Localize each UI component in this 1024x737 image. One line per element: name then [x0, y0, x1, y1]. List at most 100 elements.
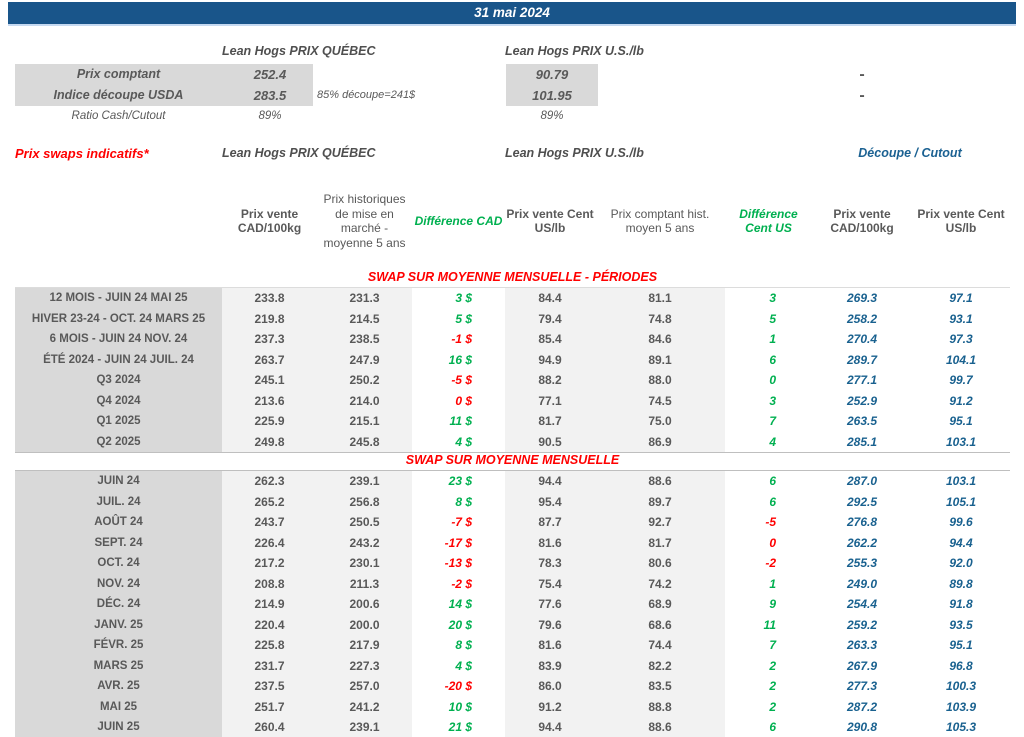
cell-difference-us: 3: [725, 391, 812, 412]
cell-prix-vente-us: 94.4: [505, 717, 595, 737]
cell-prix-vente-us: 94.4: [505, 471, 595, 492]
row-label: AOÛT 24: [15, 512, 222, 533]
cell-prix-comptant-hist: 68.9: [595, 594, 725, 615]
swaps-section-title: Prix swaps indicatifs*: [15, 146, 149, 161]
cell-prix-vente-us: 79.4: [505, 309, 595, 330]
row-label: JUIL. 24: [15, 492, 222, 513]
row-label: FÉVR. 25: [15, 635, 222, 656]
cell-prix-vente-us: 81.6: [505, 533, 595, 554]
cell-difference-us: -5: [725, 512, 812, 533]
cell-prix-hist: 239.1: [317, 717, 412, 737]
cell-prix-vente-cad: 260.4: [222, 717, 317, 737]
table-row: AVR. 25237.5257.0-20 $86.083.52277.3100.…: [15, 676, 1010, 697]
spot-qc-value: 89%: [224, 106, 316, 127]
cell-prix-vente-us: 90.5: [505, 432, 595, 453]
cell-cutout-us: 89.8: [912, 574, 1010, 595]
cell-prix-vente-us: 83.9: [505, 656, 595, 677]
section-title-periodes: SWAP SUR MOYENNE MENSUELLE - PÉRIODES: [15, 270, 1010, 284]
cell-prix-vente-cad: 219.8: [222, 309, 317, 330]
cell-difference-cad: 10 $: [412, 697, 505, 718]
cell-cutout-cad: 259.2: [812, 615, 912, 636]
col-header-prix-historiques: Prix historiques de mise en marché - moy…: [317, 183, 412, 259]
cell-cutout-us: 97.1: [912, 288, 1010, 309]
spot-row-label: Prix comptant: [15, 64, 222, 85]
cell-difference-cad: 20 $: [412, 615, 505, 636]
cell-prix-hist: 250.2: [317, 370, 412, 391]
spot-row-label: Indice découpe USDA: [15, 85, 222, 106]
table-row: ÉTÉ 2024 - JUIN 24 JUIL. 24263.7247.916 …: [15, 350, 1010, 371]
cell-cutout-us: 92.0: [912, 553, 1010, 574]
cell-prix-vente-cad: 231.7: [222, 656, 317, 677]
cell-difference-cad: 3 $: [412, 288, 505, 309]
cell-difference-us: 3: [725, 288, 812, 309]
cell-prix-hist: 256.8: [317, 492, 412, 513]
cell-cutout-cad: 276.8: [812, 512, 912, 533]
cell-prix-hist: 245.8: [317, 432, 412, 453]
table-row: 6 MOIS - JUIN 24 NOV. 24237.3238.5-1 $85…: [15, 329, 1010, 350]
cell-cutout-us: 94.4: [912, 533, 1010, 554]
table-row: MARS 25231.7227.34 $83.982.22267.996.8: [15, 656, 1010, 677]
cell-cutout-us: 99.6: [912, 512, 1010, 533]
cell-prix-vente-us: 81.6: [505, 635, 595, 656]
cell-prix-hist: 200.6: [317, 594, 412, 615]
cell-difference-cad: -1 $: [412, 329, 505, 350]
cell-prix-vente-us: 95.4: [505, 492, 595, 513]
cell-prix-hist: 211.3: [317, 574, 412, 595]
cell-prix-comptant-hist: 68.6: [595, 615, 725, 636]
cell-cutout-cad: 262.2: [812, 533, 912, 554]
cell-difference-us: 1: [725, 329, 812, 350]
cell-difference-cad: 4 $: [412, 432, 505, 453]
row-label: JANV. 25: [15, 615, 222, 636]
dash-placeholder: -: [848, 64, 876, 85]
cutout-note: 85% découpe=241$: [317, 85, 415, 106]
cell-prix-hist: 241.2: [317, 697, 412, 718]
cell-cutout-cad: 270.4: [812, 329, 912, 350]
table-row: Q4 2024213.6214.00 $77.174.53252.991.2: [15, 391, 1010, 412]
spot-quebec-header: Lean Hogs PRIX QUÉBEC: [222, 44, 376, 58]
table-row: SEPT. 24226.4243.2-17 $81.681.70262.294.…: [15, 533, 1010, 554]
cell-cutout-cad: 249.0: [812, 574, 912, 595]
cell-difference-cad: 11 $: [412, 411, 505, 432]
cell-prix-vente-us: 86.0: [505, 676, 595, 697]
cell-prix-hist: 257.0: [317, 676, 412, 697]
cell-cutout-cad: 277.1: [812, 370, 912, 391]
cell-prix-vente-cad: 265.2: [222, 492, 317, 513]
col-header-difference-us: Différence Cent US: [725, 183, 812, 259]
cell-prix-vente-us: 77.6: [505, 594, 595, 615]
cell-prix-vente-cad: 263.7: [222, 350, 317, 371]
cell-difference-cad: 14 $: [412, 594, 505, 615]
cell-prix-comptant-hist: 83.5: [595, 676, 725, 697]
cell-difference-cad: -2 $: [412, 574, 505, 595]
cell-prix-comptant-hist: 81.1: [595, 288, 725, 309]
cell-prix-comptant-hist: 82.2: [595, 656, 725, 677]
cell-prix-comptant-hist: 88.8: [595, 697, 725, 718]
col-header-prix-vente-cad: Prix vente CAD/100kg: [222, 183, 317, 259]
row-label: 12 MOIS - JUIN 24 MAI 25: [15, 288, 222, 309]
cell-difference-us: 5: [725, 309, 812, 330]
cell-prix-comptant-hist: 92.7: [595, 512, 725, 533]
table-row: JUIN 24262.3239.123 $94.488.66287.0103.1: [15, 471, 1010, 492]
col-header-difference-cad: Différence CAD: [410, 183, 507, 259]
col-header-cutout-cad: Prix vente CAD/100kg: [812, 183, 912, 259]
spot-qc-value: 252.4: [224, 64, 316, 85]
cell-cutout-cad: 252.9: [812, 391, 912, 412]
cell-prix-comptant-hist: 81.7: [595, 533, 725, 554]
cell-difference-us: 0: [725, 370, 812, 391]
swaps-quebec-header: Lean Hogs PRIX QUÉBEC: [222, 146, 376, 160]
swap-table-mensuelle: JUIN 24262.3239.123 $94.488.66287.0103.1…: [15, 470, 1010, 737]
cell-cutout-cad: 277.3: [812, 676, 912, 697]
cell-prix-vente-us: 88.2: [505, 370, 595, 391]
cell-prix-hist: 231.3: [317, 288, 412, 309]
cell-prix-hist: 214.5: [317, 309, 412, 330]
cell-cutout-cad: 269.3: [812, 288, 912, 309]
table-row: JUIN 25260.4239.121 $94.488.66290.8105.3: [15, 717, 1010, 737]
cell-difference-cad: 21 $: [412, 717, 505, 737]
spot-row-label: Ratio Cash/Cutout: [15, 106, 222, 127]
cell-difference-cad: -17 $: [412, 533, 505, 554]
cell-difference-cad: -13 $: [412, 553, 505, 574]
swaps-us-header: Lean Hogs PRIX U.S./lb: [505, 146, 644, 160]
cell-prix-hist: 243.2: [317, 533, 412, 554]
row-label: 6 MOIS - JUIN 24 NOV. 24: [15, 329, 222, 350]
table-row: NOV. 24208.8211.3-2 $75.474.21249.089.8: [15, 574, 1010, 595]
cell-difference-cad: 16 $: [412, 350, 505, 371]
